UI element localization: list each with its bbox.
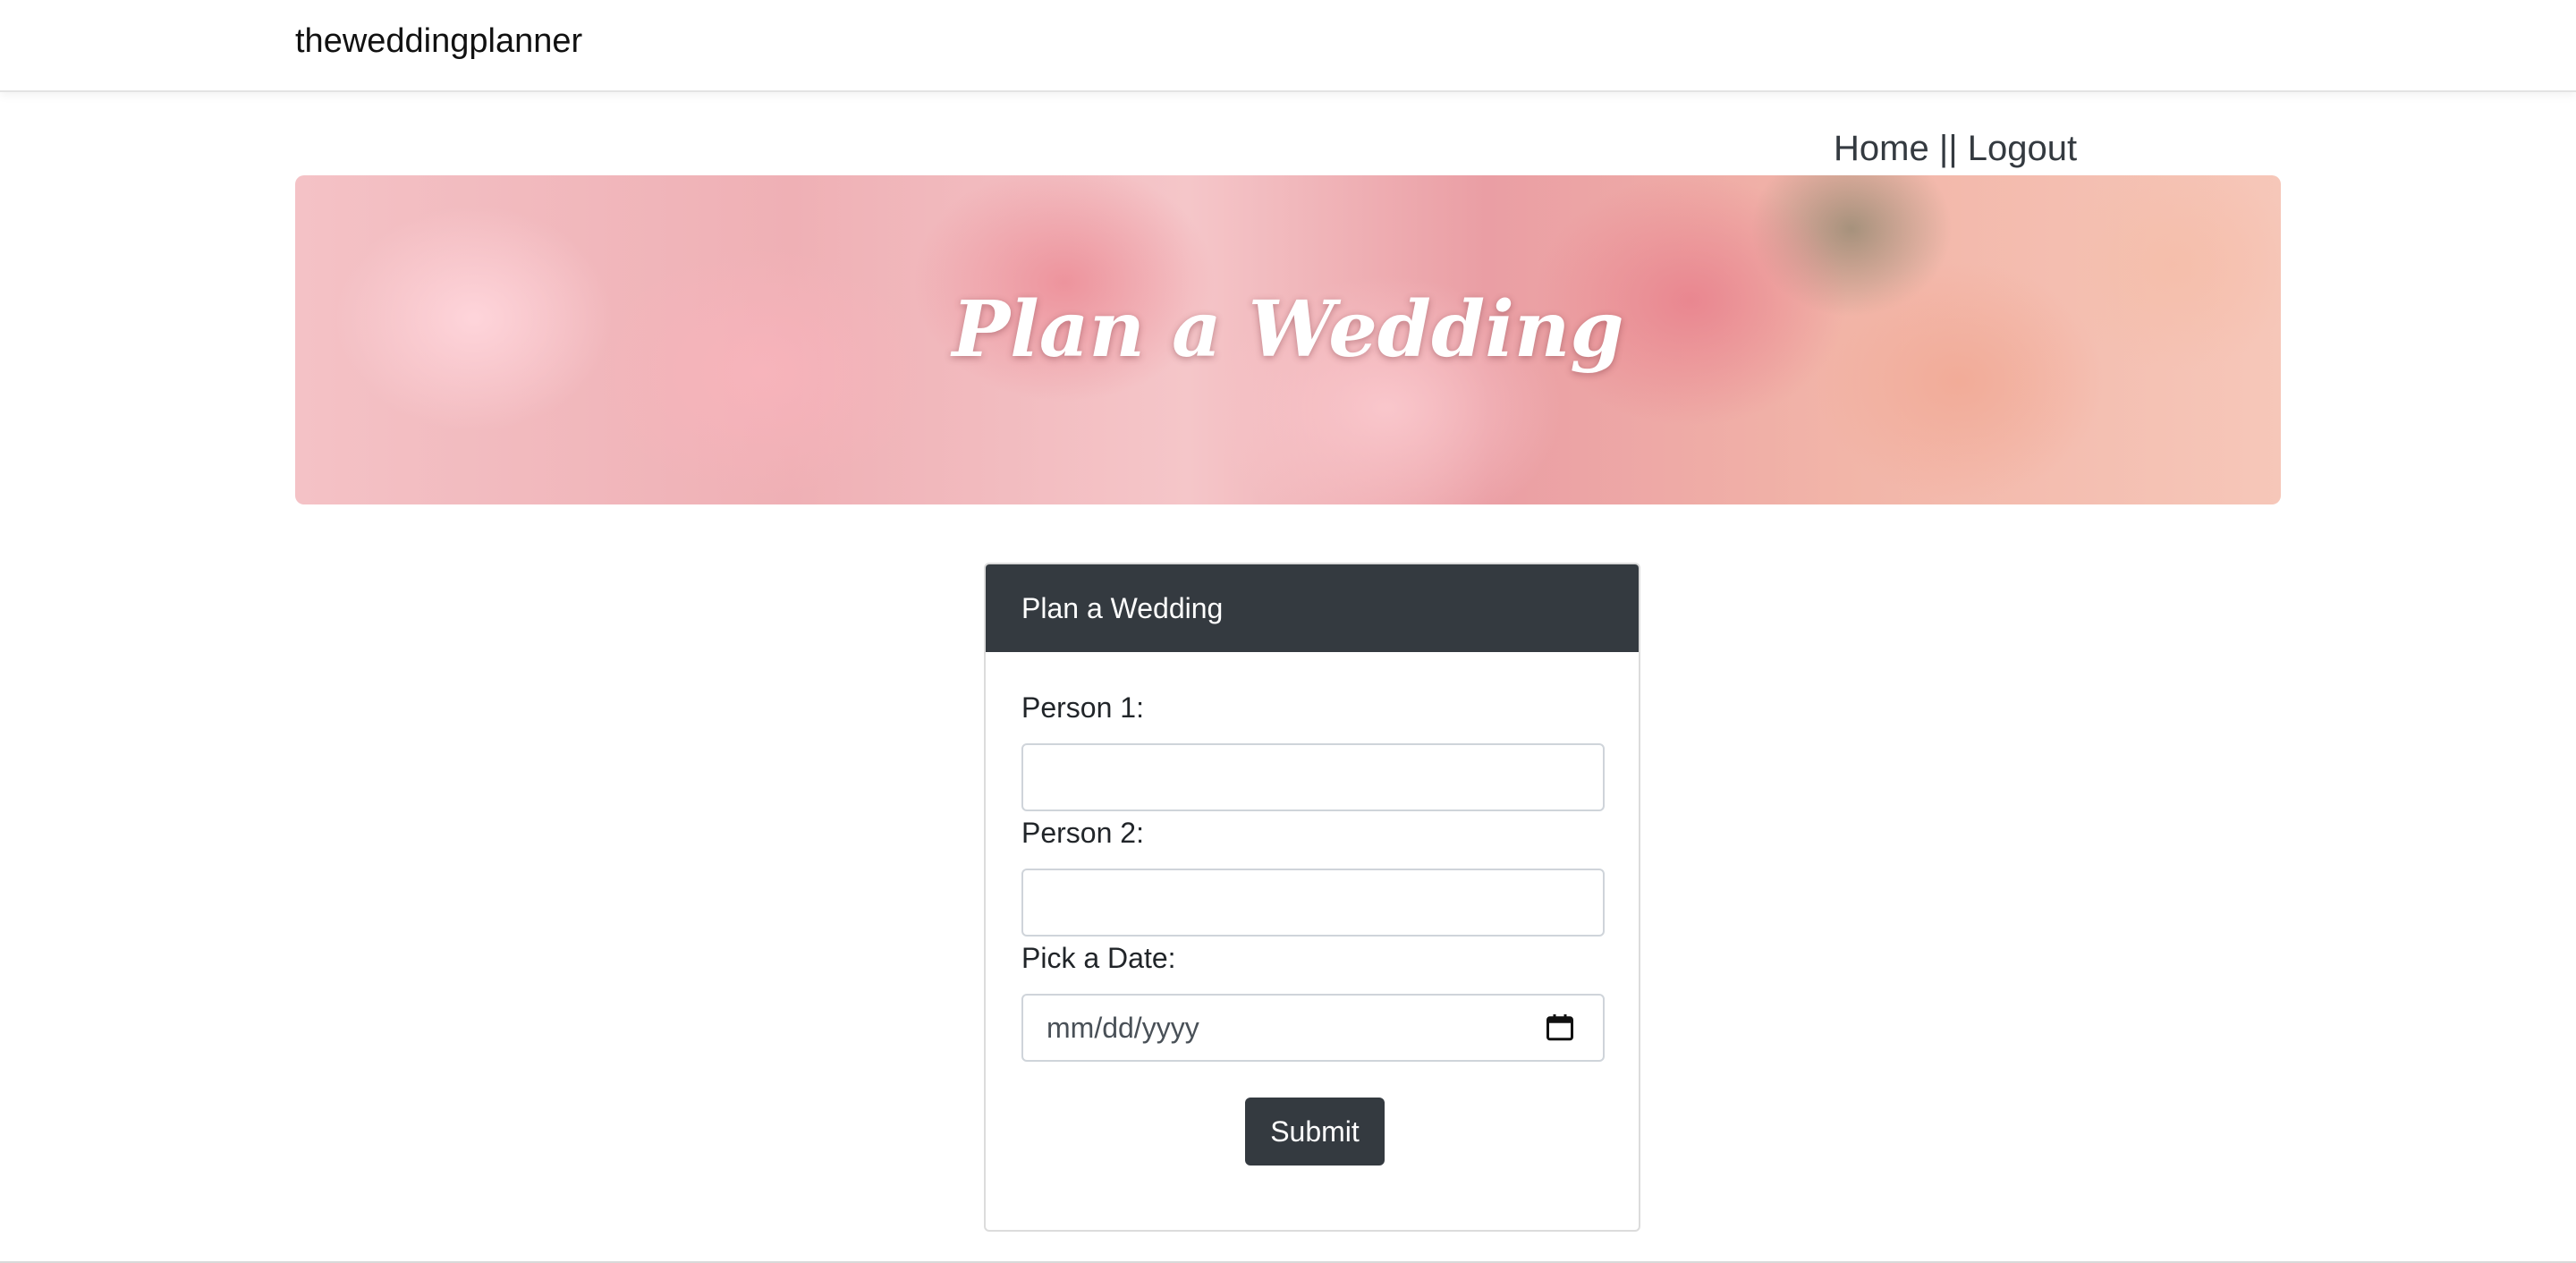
date-placeholder: mm/dd/yyyy xyxy=(1046,1012,1199,1044)
top-navbar: theweddingplanner xyxy=(0,0,2576,92)
link-separator: || xyxy=(1928,129,1968,168)
card-header: Plan a Wedding xyxy=(986,564,1639,652)
person2-input[interactable] xyxy=(1021,869,1605,937)
logout-link[interactable]: Logout xyxy=(1968,129,2077,168)
date-input[interactable]: mm/dd/yyyy xyxy=(1021,994,1605,1062)
person1-input[interactable] xyxy=(1021,743,1605,811)
submit-button[interactable]: Submit xyxy=(1245,1098,1385,1166)
home-link[interactable]: Home xyxy=(1834,129,1929,168)
person1-label: Person 1: xyxy=(1021,691,1144,724)
hero-banner: Plan a Wedding xyxy=(295,175,2281,504)
plan-wedding-card: Plan a Wedding Person 1: Person 2: Pick … xyxy=(984,563,1640,1232)
banner-title: Plan a Wedding xyxy=(952,284,1624,375)
top-links: Home || Logout xyxy=(1834,125,2077,172)
person2-label: Person 2: xyxy=(1021,817,1144,849)
calendar-icon[interactable] xyxy=(1544,1012,1576,1044)
date-label: Pick a Date: xyxy=(1021,942,1176,974)
brand-link[interactable]: theweddingplanner xyxy=(295,20,582,63)
